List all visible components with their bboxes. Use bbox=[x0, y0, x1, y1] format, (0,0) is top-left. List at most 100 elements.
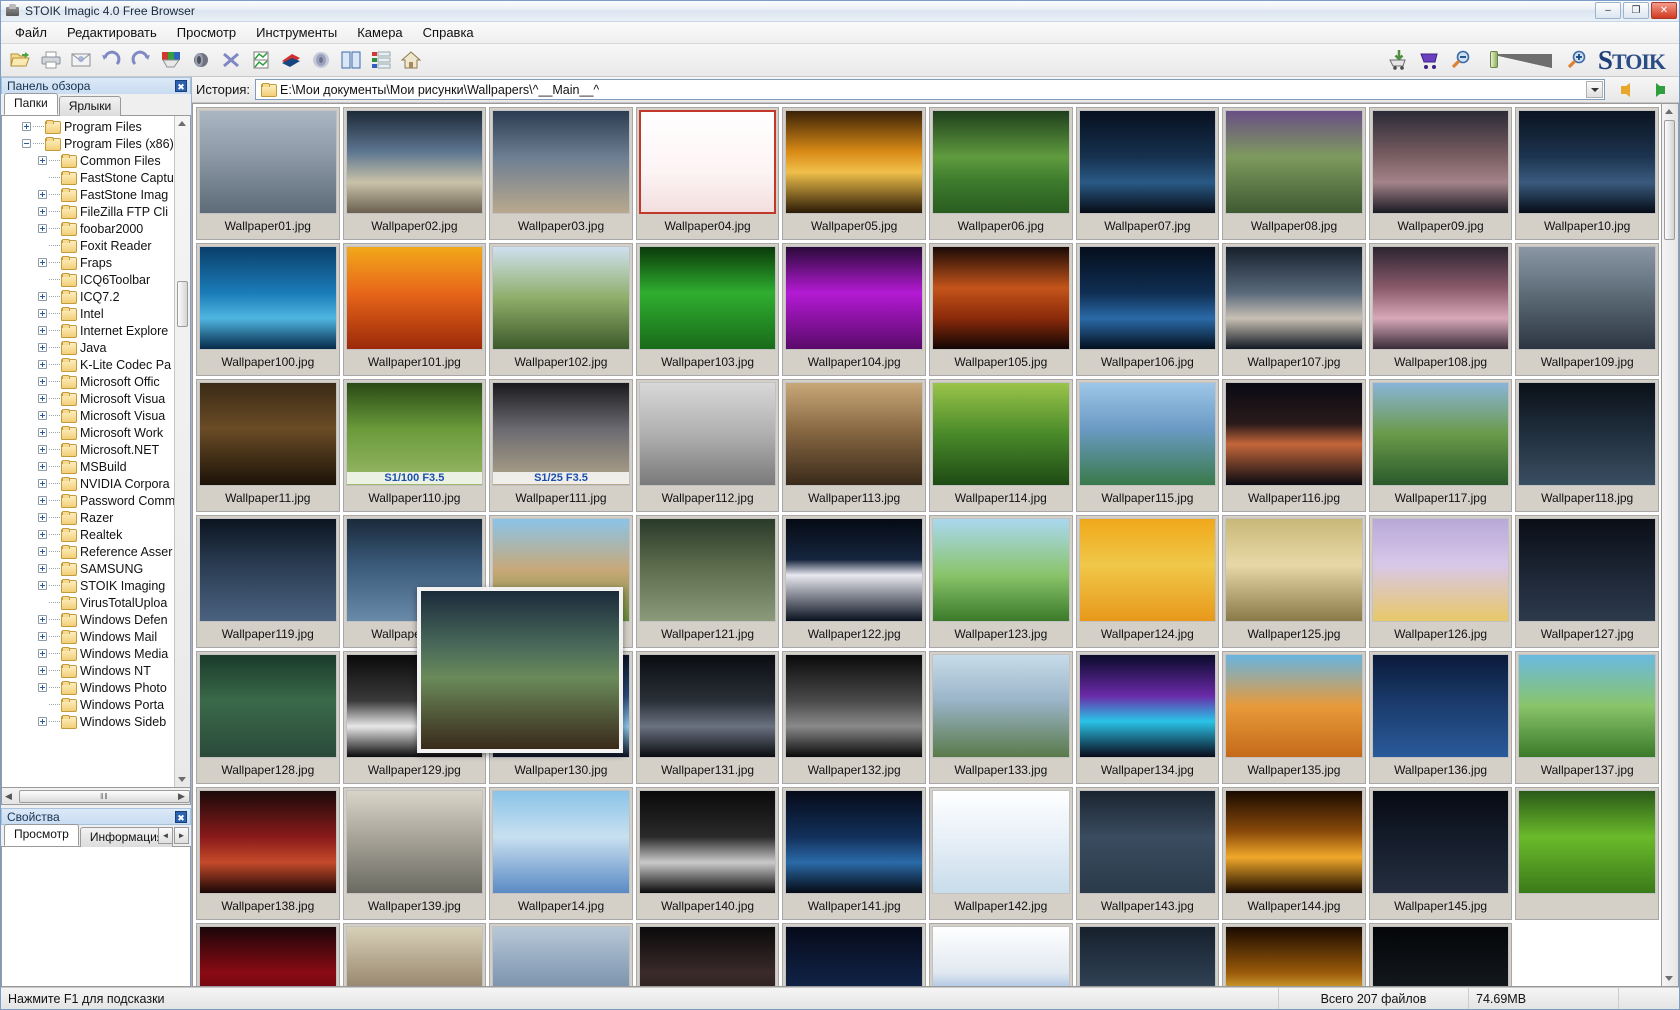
thumbnail-image-box[interactable] bbox=[1371, 110, 1510, 214]
thumbnail-cell[interactable]: Wallpaper106.jpg bbox=[1075, 243, 1220, 376]
thumbnail-cell[interactable]: Wallpaper133.jpg bbox=[929, 651, 1073, 784]
thumbnail-image-box[interactable] bbox=[1078, 518, 1217, 622]
folder-tree-item[interactable]: Microsoft Offic bbox=[2, 373, 174, 390]
tree-expand-icon[interactable] bbox=[38, 292, 47, 301]
overview-panel-close-icon[interactable]: ✖ bbox=[175, 80, 187, 92]
thumbnail-cell[interactable]: Wallpaper112.jpg bbox=[635, 379, 780, 512]
thumbnail-image-box[interactable] bbox=[1371, 926, 1510, 986]
menu-tools[interactable]: Инструменты bbox=[246, 23, 347, 42]
thumbnail-cell[interactable] bbox=[342, 923, 487, 986]
thumbnail-cell[interactable]: S1/25 F3.5 Wallpaper111.jpg bbox=[489, 379, 633, 512]
thumbnail-image-box[interactable] bbox=[1518, 654, 1656, 758]
open-folder-icon[interactable] bbox=[7, 47, 35, 74]
folder-tree-item[interactable]: MSBuild bbox=[2, 458, 174, 475]
thumbnail-image-box[interactable] bbox=[1225, 518, 1363, 622]
thumbnail-image-box[interactable] bbox=[1371, 654, 1510, 758]
thumbnail-cell[interactable]: Wallpaper139.jpg bbox=[342, 787, 487, 920]
folder-tree-item[interactable]: foobar2000 bbox=[2, 220, 174, 237]
chart-icon[interactable] bbox=[247, 47, 275, 74]
thumbnail-image-box[interactable]: S1/25 F3.5 bbox=[492, 382, 630, 486]
folder-tree-item[interactable]: SAMSUNG bbox=[2, 560, 174, 577]
tree-expand-icon[interactable] bbox=[38, 360, 47, 369]
folder-tree-item[interactable]: K-Lite Codec Pa bbox=[2, 356, 174, 373]
thumbnail-cell[interactable]: Wallpaper123.jpg bbox=[929, 515, 1073, 648]
thumbnail-image-box[interactable] bbox=[785, 518, 923, 622]
thumbnail-cell[interactable]: Wallpaper136.jpg bbox=[1368, 651, 1513, 784]
thumbnail-cell[interactable]: Wallpaper05.jpg bbox=[782, 107, 926, 240]
tree-expand-icon[interactable] bbox=[38, 581, 47, 590]
thumbnail-cell[interactable]: Wallpaper04.jpg bbox=[635, 107, 780, 240]
thumbnail-image-box[interactable] bbox=[638, 926, 777, 986]
thumbnail-cell[interactable]: Wallpaper07.jpg bbox=[1075, 107, 1220, 240]
grid-scroll-up-icon[interactable] bbox=[1665, 109, 1673, 114]
rotate-left-icon[interactable] bbox=[97, 47, 125, 74]
thumbnail-image-box[interactable] bbox=[1518, 518, 1656, 622]
menu-camera[interactable]: Камера bbox=[347, 23, 412, 42]
properties-tab-next-icon[interactable]: ► bbox=[174, 827, 189, 844]
tree-expand-icon[interactable] bbox=[38, 428, 47, 437]
mail-icon[interactable] bbox=[67, 47, 95, 74]
tree-expand-icon[interactable] bbox=[38, 224, 47, 233]
thumbnail-grid-area[interactable]: Wallpaper01.jpg Wallpaper02.jpg Wallpaper0… bbox=[192, 103, 1662, 987]
thumbnail-cell[interactable]: Wallpaper113.jpg bbox=[782, 379, 926, 512]
thumbnail-cell[interactable] bbox=[1075, 923, 1220, 986]
thumbnail-cell[interactable]: Wallpaper141.jpg bbox=[782, 787, 926, 920]
thumbnail-cell[interactable]: Wallpaper105.jpg bbox=[929, 243, 1073, 376]
folder-tree-item[interactable]: FastStone Imag bbox=[2, 186, 174, 203]
hscroll-left-icon[interactable]: ◀ bbox=[2, 791, 15, 802]
properties-tab-prev-icon[interactable]: ◄ bbox=[158, 827, 173, 844]
menu-file[interactable]: Файл bbox=[5, 23, 57, 42]
up-button[interactable] bbox=[1645, 79, 1675, 101]
thumbnail-image-box[interactable] bbox=[1225, 654, 1363, 758]
thumbnail-cell[interactable]: Wallpaper06.jpg bbox=[929, 107, 1073, 240]
thumbnail-image-box[interactable] bbox=[785, 110, 923, 214]
folder-tree-item[interactable]: Java bbox=[2, 339, 174, 356]
scroll-down-icon[interactable] bbox=[178, 777, 186, 782]
folder-tree-item[interactable]: Foxit Reader bbox=[2, 237, 174, 254]
tree-expand-icon[interactable] bbox=[38, 547, 47, 556]
thumbnail-image-box[interactable] bbox=[199, 790, 337, 894]
size-slider[interactable] bbox=[1484, 49, 1554, 71]
folder-tree-item[interactable]: Microsoft.NET bbox=[2, 441, 174, 458]
thumbnail-image-box[interactable] bbox=[1371, 382, 1510, 486]
crop-icon[interactable] bbox=[217, 47, 245, 74]
tree-expand-icon[interactable] bbox=[38, 411, 47, 420]
thumbnail-image-box[interactable] bbox=[1225, 382, 1363, 486]
thumbnail-image-box[interactable] bbox=[785, 382, 923, 486]
thumbnail-image-box[interactable] bbox=[345, 246, 484, 350]
folder-tree-item[interactable]: VirusTotalUploa bbox=[2, 594, 174, 611]
tree-expand-icon[interactable] bbox=[38, 615, 47, 624]
thumbnail-cell[interactable]: Wallpaper128.jpg bbox=[196, 651, 340, 784]
compare-icon[interactable] bbox=[337, 47, 365, 74]
thumbnail-cell[interactable]: Wallpaper134.jpg bbox=[1075, 651, 1220, 784]
thumbnail-image-box[interactable] bbox=[1078, 246, 1217, 350]
folder-tree-item[interactable]: Reference Asser bbox=[2, 543, 174, 560]
thumbnail-image-box[interactable] bbox=[1225, 790, 1363, 894]
folder-tree-item[interactable]: Windows Media bbox=[2, 645, 174, 662]
thumbnail-image-box[interactable] bbox=[638, 382, 777, 486]
folder-tree-item[interactable]: Windows Sideb bbox=[2, 713, 174, 730]
thumbnail-image-box[interactable] bbox=[1371, 246, 1510, 350]
folder-tree-item[interactable]: Windows Defen bbox=[2, 611, 174, 628]
thumbnail-image-box[interactable] bbox=[932, 382, 1070, 486]
thumbnail-image-box[interactable] bbox=[1078, 926, 1217, 986]
thumbnail-cell[interactable]: Wallpaper125.jpg bbox=[1222, 515, 1366, 648]
thumbnail-image-box[interactable] bbox=[1078, 382, 1217, 486]
thumbnail-cell[interactable]: Wallpaper131.jpg bbox=[635, 651, 780, 784]
thumbnail-image-box[interactable] bbox=[932, 518, 1070, 622]
thumbnail-cell[interactable]: Wallpaper108.jpg bbox=[1368, 243, 1513, 376]
tree-expand-icon[interactable] bbox=[38, 496, 47, 505]
thumbnail-image-box[interactable] bbox=[638, 110, 777, 214]
tree-expand-icon[interactable] bbox=[38, 632, 47, 641]
thumbnail-cell[interactable]: Wallpaper104.jpg bbox=[782, 243, 926, 376]
thumbnail-image-box[interactable] bbox=[492, 790, 630, 894]
print-icon[interactable] bbox=[37, 47, 65, 74]
thumbnail-cell[interactable]: Wallpaper145.jpg bbox=[1368, 787, 1513, 920]
thumbnail-cell[interactable]: Wallpaper03.jpg bbox=[489, 107, 633, 240]
thumbnail-cell[interactable]: Wallpaper124.jpg bbox=[1075, 515, 1220, 648]
maximize-button[interactable]: ❐ bbox=[1623, 2, 1649, 19]
folder-tree-hscrollbar[interactable]: ◀ ‖‖ ▶ bbox=[1, 788, 191, 805]
lens-icon[interactable] bbox=[187, 47, 215, 74]
hscroll-right-icon[interactable]: ▶ bbox=[174, 791, 189, 802]
folder-tree-item[interactable]: STOIK Imaging bbox=[2, 577, 174, 594]
